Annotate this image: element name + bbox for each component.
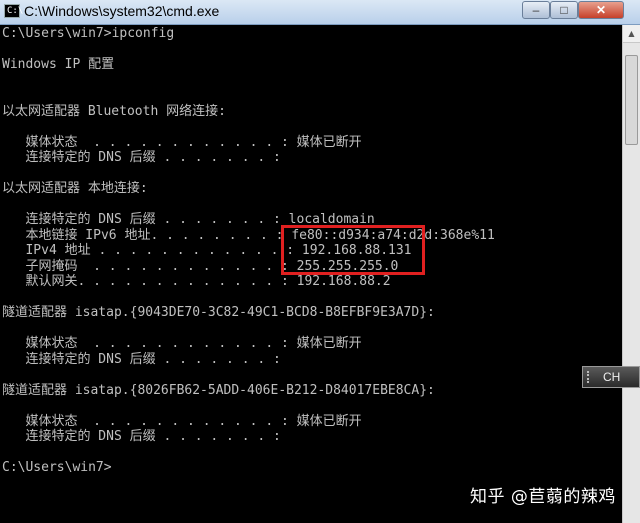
cmd-icon-glyph: C:\ bbox=[7, 6, 24, 16]
scrollbar-thumb[interactable] bbox=[625, 55, 638, 145]
ime-language-bar[interactable]: CH bbox=[582, 366, 640, 388]
console-line: C:\Users\win7>ipconfig bbox=[2, 26, 175, 41]
window-titlebar[interactable]: C:\ C:\Windows\system32\cmd.exe – □ ✕ bbox=[0, 0, 640, 25]
ip-highlight-box bbox=[281, 225, 425, 275]
console-line: 连接特定的 DNS 后缀 . . . . . . . : bbox=[2, 429, 281, 444]
console-line: Windows IP 配置 bbox=[2, 57, 115, 72]
ime-language-label[interactable]: CH bbox=[603, 369, 620, 385]
console-line: 媒体状态 . . . . . . . . . . . . : 媒体已断开 bbox=[2, 135, 362, 150]
maximize-button[interactable]: □ bbox=[550, 1, 578, 19]
console-line: 以太网适配器 本地连接: bbox=[2, 181, 148, 196]
vertical-scrollbar[interactable]: ▲ bbox=[622, 25, 640, 523]
close-button[interactable]: ✕ bbox=[578, 1, 624, 19]
watermark: 知乎 @苣蒻的辣鸡 bbox=[470, 487, 616, 507]
minimize-button[interactable]: – bbox=[522, 1, 550, 19]
cmd-console-icon[interactable]: C:\ bbox=[4, 4, 24, 18]
console-line: 连接特定的 DNS 后缀 . . . . . . . : bbox=[2, 150, 281, 165]
console-line: C:\Users\win7> bbox=[2, 460, 112, 475]
window-title: C:\Windows\system32\cmd.exe bbox=[24, 3, 220, 19]
drag-grip-icon[interactable] bbox=[587, 371, 595, 383]
scroll-up-arrow-icon[interactable]: ▲ bbox=[623, 25, 640, 43]
console-line: 隧道适配器 isatap.{9043DE70-3C82-49C1-BCD8-B8… bbox=[2, 305, 435, 320]
console-line: 媒体状态 . . . . . . . . . . . . : 媒体已断开 bbox=[2, 336, 362, 351]
console-line: 连接特定的 DNS 后缀 . . . . . . . : bbox=[2, 352, 281, 367]
console-line: 隧道适配器 isatap.{8026FB62-5ADD-406E-B212-D8… bbox=[2, 383, 435, 398]
console-line: 以太网适配器 Bluetooth 网络连接: bbox=[2, 104, 226, 119]
console-line: 默认网关. . . . . . . . . . . . . : 192.168.… bbox=[2, 274, 391, 289]
console-line: 媒体状态 . . . . . . . . . . . . : 媒体已断开 bbox=[2, 414, 362, 429]
